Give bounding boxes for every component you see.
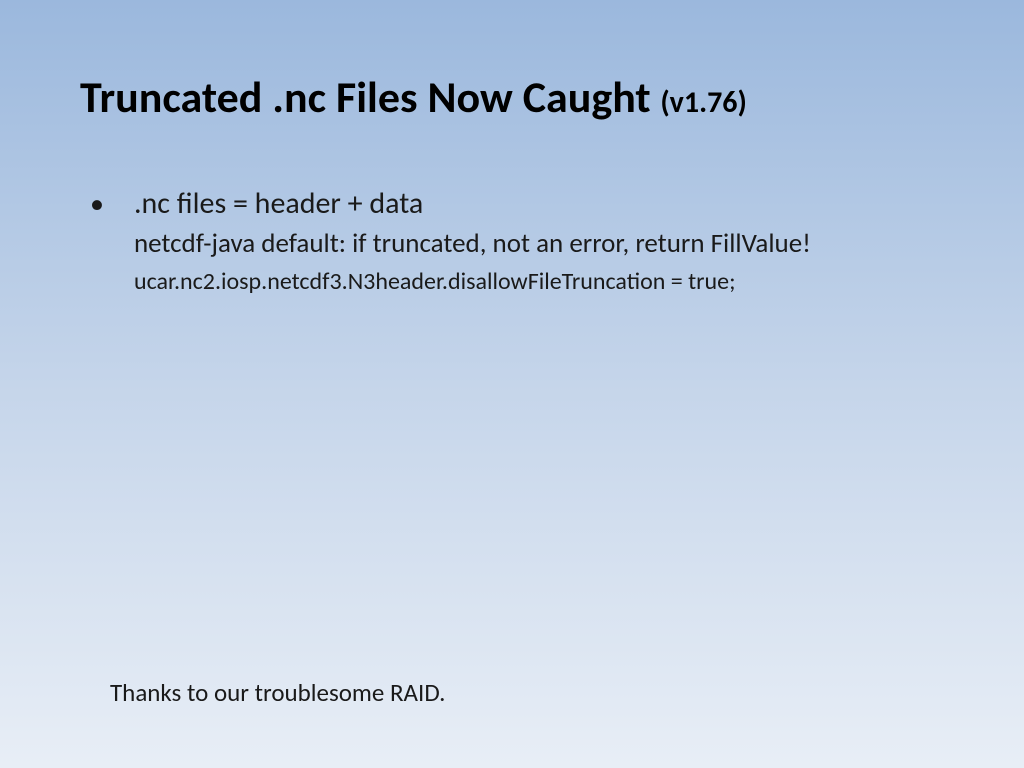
content-line-sub1: netcdf-java default: if truncated, not a… xyxy=(134,225,944,263)
bullet-item: • .nc files = header + data netcdf-java … xyxy=(90,184,944,298)
slide-title: Truncated .nc Files Now Caught (v1.76) xyxy=(80,70,944,124)
footer-note: Thanks to our troublesome RAID. xyxy=(110,677,445,708)
title-version: (v1.76) xyxy=(660,84,747,121)
slide-content: • .nc files = header + data netcdf-java … xyxy=(80,184,944,298)
bullet-text-block: .nc files = header + data netcdf-java de… xyxy=(134,184,944,298)
content-line-main: .nc files = header + data xyxy=(134,184,944,223)
content-line-sub2: ucar.nc2.iosp.netcdf3.N3header.disallowF… xyxy=(134,265,944,299)
slide-container: Truncated .nc Files Now Caught (v1.76) •… xyxy=(0,0,1024,768)
bullet-marker: • xyxy=(90,184,104,223)
title-main: Truncated .nc Files Now Caught xyxy=(80,70,651,124)
